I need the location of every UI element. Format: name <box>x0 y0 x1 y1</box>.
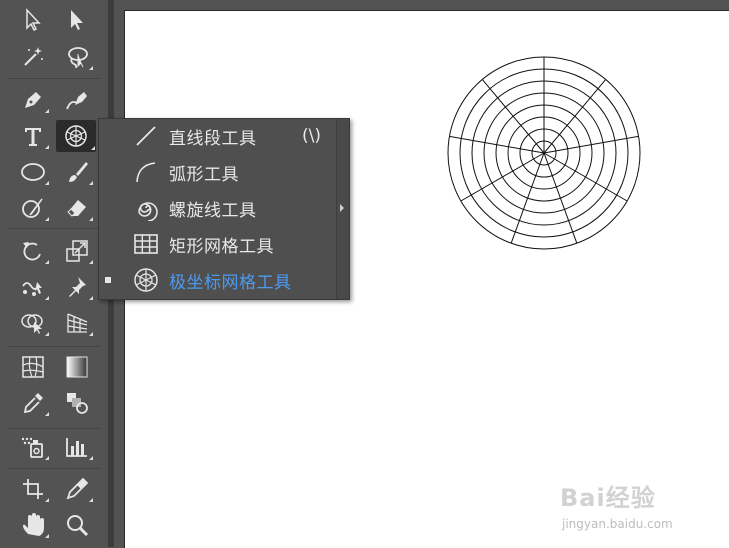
selection-bullet <box>99 277 117 283</box>
flyout-item-label: 弧形工具 <box>169 164 239 185</box>
shape-builder-tool-icon <box>21 314 43 334</box>
symbol-sprayer-tool-icon <box>21 437 43 458</box>
magic-wand-tool-icon <box>24 47 43 66</box>
perspective-grid-tool[interactable] <box>60 308 94 338</box>
type-tool[interactable] <box>16 121 50 151</box>
pin-tool-icon <box>69 277 86 297</box>
polar-grid-divider <box>510 152 545 244</box>
polar-grid-divider <box>543 135 639 154</box>
polar-grid-icon <box>133 267 159 293</box>
eraser-tool-icon <box>67 200 86 217</box>
watermark-url: jingyan.baidu.com <box>562 517 673 531</box>
pin-tool[interactable] <box>60 272 94 302</box>
polar-grid-divider <box>543 79 607 154</box>
toolbar-separator <box>8 228 100 229</box>
magic-wand-tool[interactable] <box>16 42 50 72</box>
eyedropper-tool-icon <box>23 393 43 414</box>
flyout-item-label: 直线段工具 <box>169 128 257 149</box>
rectangular-grid-icon <box>133 231 159 257</box>
eyedropper-tool[interactable] <box>16 388 50 418</box>
flyout-item-spiral[interactable]: 螺旋线工具 <box>99 191 335 225</box>
column-graph-tool[interactable] <box>60 432 94 462</box>
flyout-item-label: 极坐标网格工具 <box>169 272 292 293</box>
selection-tool[interactable] <box>16 5 50 35</box>
watermark: Bai经验 jingyan.baidu.com <box>560 478 673 531</box>
gradient-tool[interactable] <box>60 352 94 382</box>
artboard-tool-icon <box>23 479 43 499</box>
polar-grid-tool-icon <box>65 125 87 147</box>
pen-tool-icon <box>25 92 41 108</box>
curvature-tool[interactable] <box>60 85 94 115</box>
spiral-icon <box>133 195 159 221</box>
tool-flyout-menu: 直线段工具 (\) 弧形工具 螺旋线工具 矩形网格工具 极坐标网格工具 <box>98 118 350 300</box>
shape-builder-tool[interactable] <box>16 308 50 338</box>
polar-grid-divider <box>543 152 628 202</box>
flyout-item-polar-grid[interactable]: 极坐标网格工具 <box>99 263 335 297</box>
polar-grid-divider <box>481 79 545 154</box>
mesh-tool[interactable] <box>16 352 50 382</box>
polar-grid-drawing[interactable] <box>446 55 642 251</box>
curvature-tool-icon <box>66 92 87 110</box>
flyout-item-shortcut: (\) <box>302 126 321 146</box>
blend-tool[interactable] <box>60 388 94 418</box>
blend-tool-icon <box>67 393 88 414</box>
flyout-item-line-segment[interactable]: 直线段工具 (\) <box>99 119 335 153</box>
flyout-item-arc[interactable]: 弧形工具 <box>99 155 335 189</box>
polar-grid-divider <box>449 135 545 154</box>
paintbrush-tool-icon <box>69 162 88 182</box>
column-graph-tool-icon <box>66 438 87 457</box>
toolbar-separator <box>8 346 100 347</box>
polar-grid-divider <box>543 152 578 244</box>
scale-tool-icon <box>66 240 88 262</box>
ellipse-tool[interactable] <box>16 157 50 187</box>
zoom-tool[interactable] <box>60 510 94 540</box>
scale-tool[interactable] <box>60 236 94 266</box>
mesh-tool-icon <box>22 356 44 378</box>
direct-selection-tool[interactable] <box>60 5 94 35</box>
direct-selection-tool-icon <box>71 10 83 30</box>
rotate-tool[interactable] <box>16 236 50 266</box>
symbol-sprayer-tool[interactable] <box>16 432 50 462</box>
toolbar-separator <box>8 428 100 429</box>
line-segment-icon <box>133 123 159 149</box>
polar-grid-divider <box>460 152 545 202</box>
hand-tool[interactable] <box>16 510 50 540</box>
hand-tool-icon <box>23 513 44 536</box>
tools-panel <box>0 0 108 547</box>
eraser-tool[interactable] <box>60 193 94 223</box>
ellipse-tool-icon <box>21 163 45 181</box>
polar-grid-tool[interactable] <box>56 120 96 152</box>
tearoff-arrow-icon <box>340 204 344 212</box>
arc-icon <box>133 159 159 185</box>
toolbar-separator <box>8 78 100 79</box>
lasso-tool[interactable] <box>60 42 94 72</box>
flyout-tearoff-button[interactable] <box>336 119 349 299</box>
slice-tool[interactable] <box>60 474 94 504</box>
perspective-grid-tool-icon <box>67 313 88 333</box>
puppet-warp-tool[interactable] <box>16 272 50 302</box>
flyout-item-rectangular-grid[interactable]: 矩形网格工具 <box>99 227 335 261</box>
selection-tool-icon <box>26 8 41 32</box>
paintbrush-tool[interactable] <box>60 157 94 187</box>
gradient-tool-icon <box>66 356 88 378</box>
shaper-tool[interactable] <box>16 193 50 223</box>
puppet-warp-tool-icon <box>22 282 42 296</box>
artboard-tool[interactable] <box>16 474 50 504</box>
flyout-item-label: 矩形网格工具 <box>169 236 274 257</box>
lasso-tool-icon <box>68 47 88 69</box>
shaper-tool-icon <box>22 198 43 218</box>
pen-tool[interactable] <box>16 85 50 115</box>
rotate-tool-icon <box>23 242 41 261</box>
type-tool-icon <box>25 128 41 146</box>
flyout-item-label: 螺旋线工具 <box>169 200 257 221</box>
toolbar-separator <box>8 468 100 469</box>
slice-tool-icon <box>66 477 89 500</box>
watermark-brand: Bai经验 <box>560 484 656 512</box>
zoom-tool-icon <box>67 515 89 537</box>
